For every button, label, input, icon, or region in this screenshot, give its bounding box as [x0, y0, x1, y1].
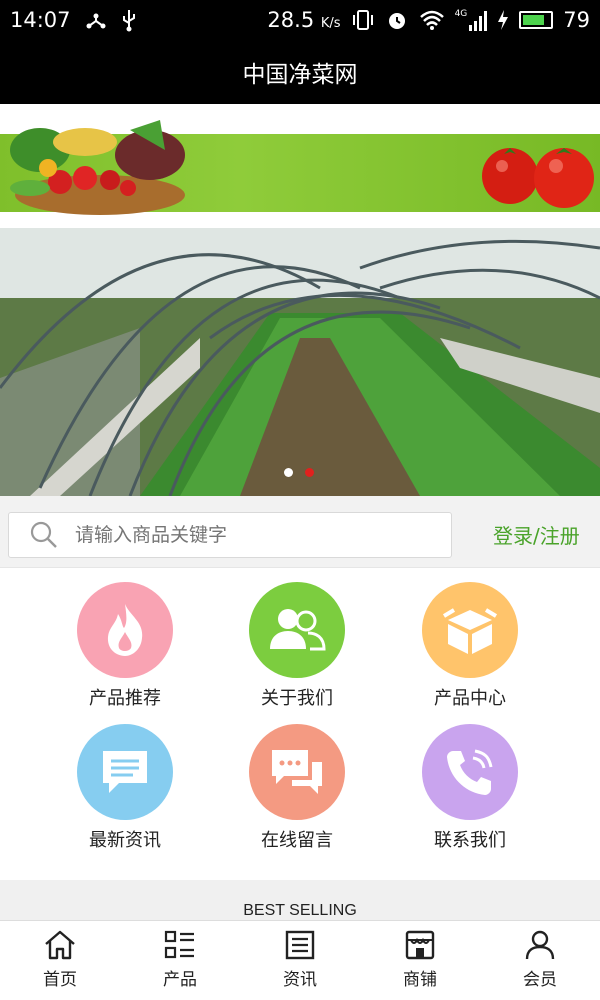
menu-label: 在线留言 [261, 830, 333, 851]
fire-icon [77, 582, 173, 678]
menu-label: 联系我们 [434, 830, 506, 851]
carousel-indicator [284, 468, 314, 477]
tab-member[interactable]: 会员 [480, 921, 600, 1000]
home-icon [45, 930, 75, 960]
menu-grid: 产品推荐 关于我们 产品中心 最新资讯 在线留言 联系我们 [0, 568, 600, 878]
status-bar: 14:07 28.5 K/s 4G 79 [0, 0, 600, 40]
menu-item-message[interactable]: 在线留言 [227, 724, 367, 852]
tab-label: 产品 [163, 970, 197, 990]
menu-item-products[interactable]: 产品中心 [400, 582, 540, 710]
list-icon [164, 930, 194, 959]
tab-label: 商铺 [403, 970, 437, 990]
top-banner [0, 104, 600, 228]
tab-news[interactable]: 资讯 [240, 921, 360, 1000]
section-title: BEST SELLING [243, 902, 357, 919]
search-field[interactable] [8, 512, 452, 558]
menu-item-about[interactable]: 关于我们 [227, 582, 367, 710]
chat-icon [249, 724, 345, 820]
tab-label: 首页 [43, 970, 77, 990]
network-speed: 28.5 K/s [267, 8, 341, 32]
best-selling-header: BEST SELLING [0, 880, 600, 920]
charging-icon [498, 10, 509, 30]
status-time: 14:07 [10, 8, 71, 32]
box-icon [422, 582, 518, 678]
tab-shop[interactable]: 商铺 [360, 921, 480, 1000]
hero-carousel[interactable] [0, 228, 600, 496]
message-icon [77, 724, 173, 820]
tab-home[interactable]: 首页 [0, 921, 120, 1000]
menu-item-contact[interactable]: 联系我们 [400, 724, 540, 852]
tab-label: 会员 [523, 970, 557, 990]
tomatoes-image [482, 148, 594, 208]
shop-icon [405, 930, 435, 960]
alarm-icon [388, 13, 405, 29]
vegetable-basket-image [10, 120, 185, 215]
greenhouse-image [0, 228, 600, 496]
battery-level: 79 [563, 8, 590, 32]
battery-icon [519, 11, 554, 29]
menu-label: 最新资讯 [89, 830, 161, 851]
news-icon [285, 930, 315, 960]
wifi-icon [419, 10, 444, 30]
users-icon [249, 582, 345, 678]
search-input[interactable] [75, 524, 435, 546]
menu-label: 关于我们 [261, 688, 333, 709]
menu-item-news[interactable]: 最新资讯 [55, 724, 195, 852]
bottom-tab-bar: 首页 产品 资讯 商铺 会员 [0, 920, 600, 1000]
menu-item-recommended[interactable]: 产品推荐 [55, 582, 195, 710]
share-icon [86, 13, 106, 29]
menu-label: 产品中心 [434, 688, 506, 709]
search-icon [30, 521, 57, 548]
vibrate-icon [352, 10, 373, 30]
tab-products[interactable]: 产品 [120, 921, 240, 1000]
page-title: 中国净菜网 [242, 62, 358, 88]
menu-label: 产品推荐 [89, 688, 161, 709]
user-icon [525, 930, 555, 960]
signal-icon: 4G [455, 9, 488, 31]
tab-label: 资讯 [283, 970, 317, 990]
login-register-link[interactable]: 登录/注册 [493, 520, 580, 549]
phone-icon [422, 724, 518, 820]
app-title-bar: 中国净菜网 [0, 40, 600, 104]
usb-icon [122, 10, 135, 32]
carousel-dot-active[interactable] [305, 468, 314, 477]
carousel-dot[interactable] [284, 468, 293, 477]
